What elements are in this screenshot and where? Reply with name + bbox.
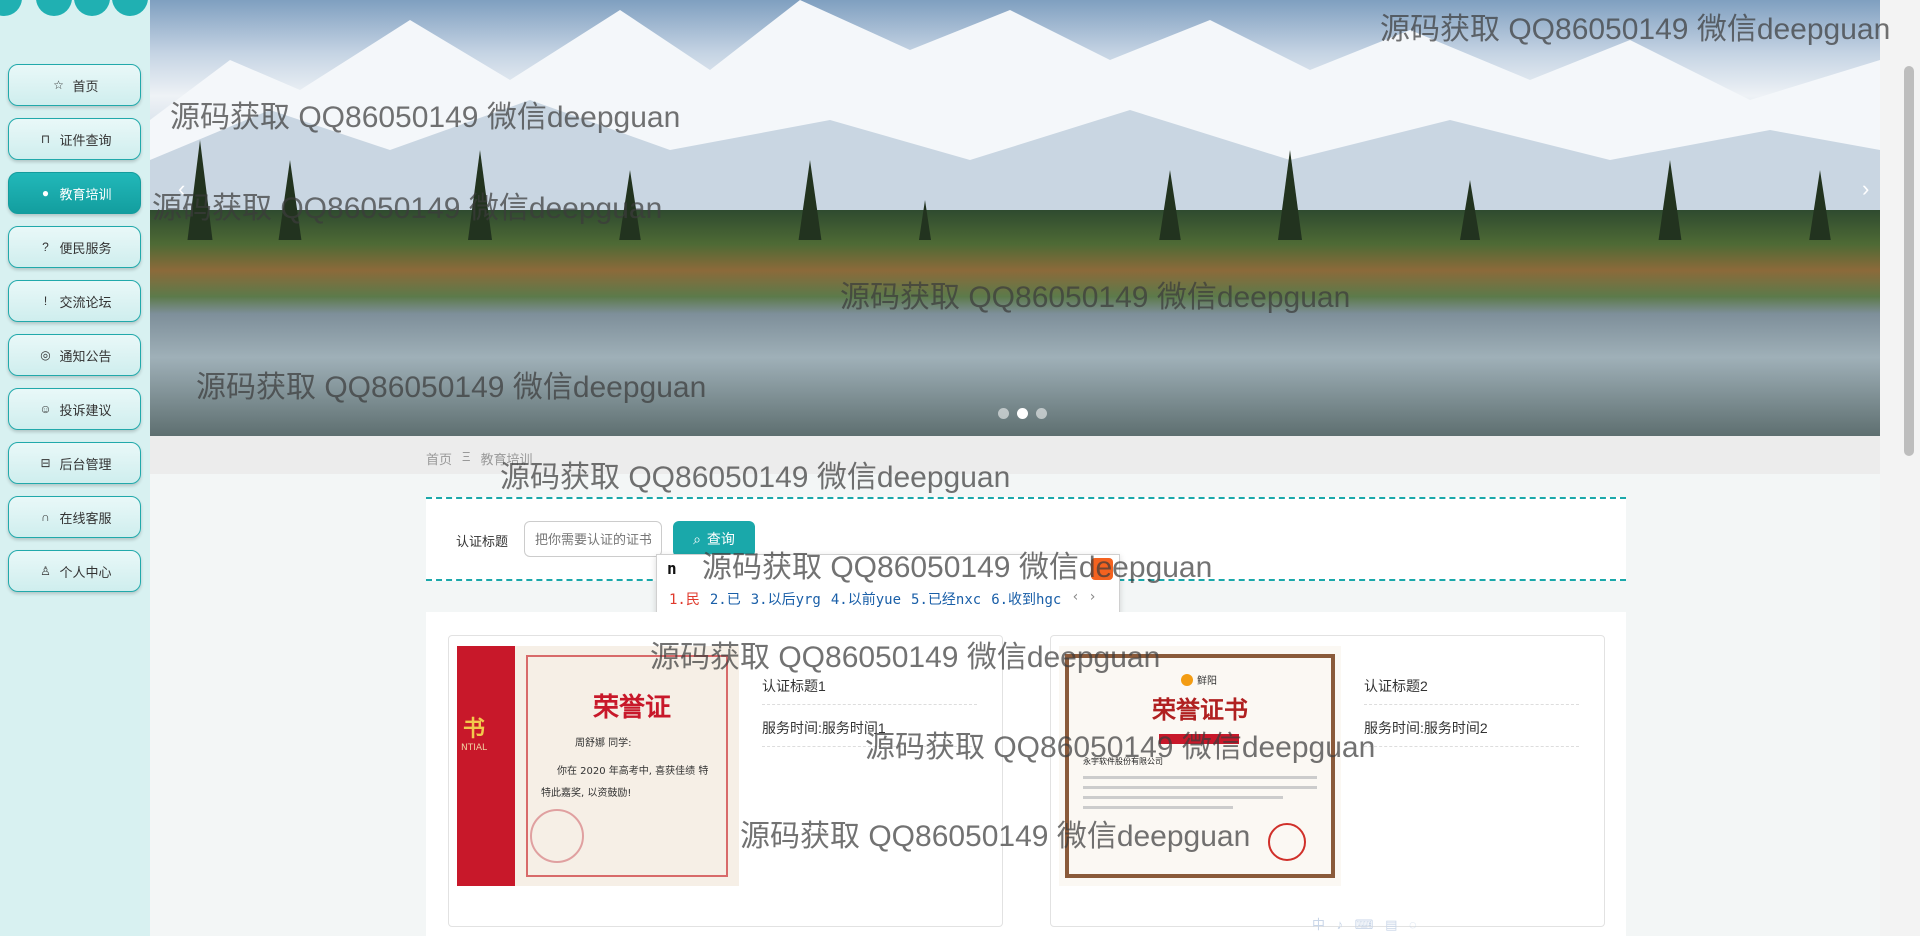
- card-title[interactable]: 认证标题2: [1364, 676, 1428, 696]
- divider: [762, 746, 977, 747]
- sidebar-item-profile[interactable]: ♙ 个人中心: [8, 550, 141, 592]
- briefcase-icon: ⊟: [40, 456, 51, 470]
- banner-carousel: ‹ ›: [150, 0, 1880, 436]
- decorative-circles: [0, 0, 150, 18]
- ime-candidate[interactable]: 1.民: [669, 589, 700, 609]
- ime-candidate[interactable]: 4.以前yue: [831, 589, 901, 609]
- cert-line-2: 特此嘉奖, 以资鼓励!: [541, 786, 631, 799]
- certificate-image[interactable]: 荣誉证 书 NTIAL 周舒娜 同学: 你在 2020 年高考中, 喜获佳绩 特…: [457, 646, 739, 886]
- card-title[interactable]: 认证标题1: [762, 676, 826, 696]
- mountain-scenery: [150, 0, 1880, 240]
- breadcrumb-current: 教育培训: [480, 452, 533, 467]
- card-service-time: 服务时间:服务时间2: [1364, 720, 1488, 736]
- info-icon: ●: [41, 186, 50, 200]
- sidebar-item-home[interactable]: ☆ 首页: [8, 64, 141, 106]
- sidebar-item-notices[interactable]: ◎ 通知公告: [8, 334, 141, 376]
- search-label: 认证标题: [456, 534, 509, 549]
- sidebar-item-admin[interactable]: ⊟ 后台管理: [8, 442, 141, 484]
- bell-icon: ◎: [40, 348, 51, 362]
- cert-side-sub: NTIAL: [461, 743, 487, 753]
- divider: [1364, 746, 1579, 747]
- sidebar-item-forum[interactable]: ! 交流论坛: [8, 280, 141, 322]
- carousel-dot[interactable]: [998, 408, 1009, 419]
- smile-icon: ☺: [39, 402, 52, 416]
- ime-paging-arrows[interactable]: ‹ ›: [1071, 589, 1096, 609]
- user-icon: ♙: [40, 564, 51, 578]
- ime-candidates: 1.民 2.已 3.以后yrg 4.以前yue 5.已经nxc 6.收到hgc …: [669, 589, 1097, 609]
- cert-name: 周舒娜 同学:: [575, 736, 632, 749]
- ime-candidate[interactable]: 5.已经nxc: [911, 589, 981, 609]
- breadcrumb-home[interactable]: 首页: [426, 449, 452, 468]
- carousel-prev-button[interactable]: ‹: [178, 176, 185, 202]
- cert-side-char: 书: [463, 716, 485, 742]
- ime-candidate-popup[interactable]: n 1.民 2.已 3.以后yrg 4.以前yue 5.已经nxc 6.收到hg…: [656, 554, 1120, 616]
- cert-heading: 荣誉证: [593, 693, 671, 723]
- lock-icon: ⊓: [40, 132, 51, 146]
- carousel-dot[interactable]: [1036, 408, 1047, 419]
- divider: [762, 704, 977, 705]
- ime-toolbar[interactable]: 中 ♪ ⌨ ▤ ◌: [1312, 914, 1421, 933]
- list-item[interactable]: 鲜阳 荣誉证书 永宇软件股份有限公司 认证标题2 服务时间:服务时间2: [1050, 635, 1605, 927]
- divider: [1364, 704, 1579, 705]
- ime-composition: n: [667, 559, 677, 578]
- search-icon: ⌕: [693, 530, 701, 547]
- carousel-indicators: [998, 408, 1047, 419]
- ime-logo-icon: [1091, 558, 1113, 580]
- star-icon: ☆: [53, 78, 64, 92]
- search-input[interactable]: [524, 521, 662, 557]
- alert-icon: !: [43, 294, 48, 308]
- cert-line-1: 你在 2020 年高考中, 喜获佳绩 特: [557, 764, 708, 777]
- carousel-next-button[interactable]: ›: [1862, 176, 1869, 202]
- sidebar-item-complaints[interactable]: ☺ 投诉建议: [8, 388, 141, 430]
- breadcrumb-bar: [150, 436, 1880, 474]
- sidebar: ☆ 首页 ⊓ 证件查询 ● 教育培训 ? 便民服务 ! 交流论坛 ◎ 通知公告 ☺ 投诉建议 …: [0, 0, 150, 936]
- card-service-time: 服务时间:服务时间1: [762, 720, 886, 736]
- ime-candidate[interactable]: 2.已: [710, 589, 741, 609]
- cert-company: 永宇软件股份有限公司: [1083, 756, 1163, 766]
- ime-candidate[interactable]: 3.以后yrg: [751, 589, 821, 609]
- page-scrollbar[interactable]: [1880, 0, 1920, 936]
- breadcrumb: 首页 Ξ 教育培训: [426, 449, 532, 468]
- certificate-image[interactable]: 鲜阳 荣誉证书 永宇软件股份有限公司: [1059, 646, 1341, 886]
- carousel-dot-active[interactable]: [1017, 408, 1028, 419]
- sidebar-item-services[interactable]: ? 便民服务: [8, 226, 141, 268]
- cert-heading: 荣誉证书: [1152, 695, 1248, 724]
- search-button[interactable]: ⌕ 查询: [673, 521, 755, 557]
- cert-brand: 鲜阳: [1197, 674, 1217, 687]
- headset-icon: ∩: [41, 510, 50, 524]
- breadcrumb-separator: Ξ: [462, 449, 471, 464]
- scroll-thumb[interactable]: [1904, 66, 1914, 456]
- help-icon: ?: [42, 240, 49, 254]
- sidebar-item-education[interactable]: ● 教育培训: [8, 172, 141, 214]
- ime-candidate[interactable]: 6.收到hgc: [991, 589, 1061, 609]
- list-item[interactable]: 荣誉证 书 NTIAL 周舒娜 同学: 你在 2020 年高考中, 喜获佳绩 特…: [448, 635, 1003, 927]
- sidebar-item-support[interactable]: ∩ 在线客服: [8, 496, 141, 538]
- sidebar-item-certificate-query[interactable]: ⊓ 证件查询: [8, 118, 141, 160]
